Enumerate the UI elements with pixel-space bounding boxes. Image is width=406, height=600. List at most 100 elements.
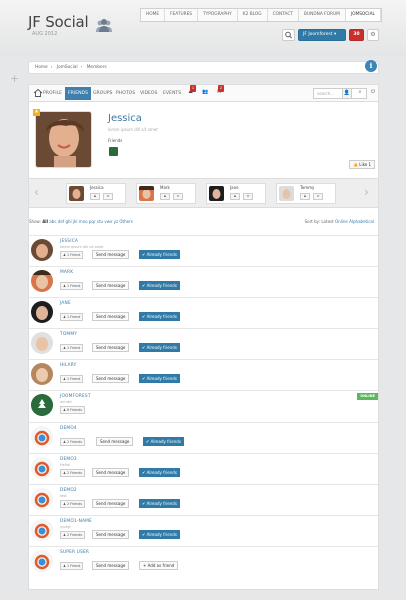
member-status: xyzfgf [60,525,71,529]
notification-count[interactable]: 30 [349,29,364,41]
send-message-button[interactable]: Send message [96,437,134,446]
already-friends-button[interactable]: ✔ Already friends [139,374,180,383]
breadcrumb-jomsocial[interactable]: JomSocial [57,65,78,70]
nav-jomsocial[interactable]: JOMSOCIAL [345,9,381,21]
nav-contact[interactable]: CONTACT [268,9,300,21]
friend-count: ♟ 2 Friends [60,469,86,477]
carousel-card[interactable]: Mark ♟ ✉ [136,183,196,204]
header-search-button[interactable] [282,29,295,41]
mail-icon[interactable]: ✉ [103,193,113,200]
breadcrumb-home[interactable]: Home [35,65,48,70]
info-icon[interactable]: i [365,60,377,72]
avatar[interactable] [31,270,53,292]
nav-home[interactable]: HOME [141,9,166,21]
user-button[interactable]: 👤 [342,88,352,99]
friend-thumb[interactable] [109,147,118,156]
send-message-button[interactable]: Send message [92,561,130,570]
alphabet-filter: Show: All abc def ghi jkl mno pqr stu vw… [29,219,133,224]
send-message-button[interactable]: Send message [92,468,130,477]
avatar[interactable] [31,239,53,261]
member-name[interactable]: SUPER USER [60,550,89,555]
tab-groups[interactable]: GROUPS [93,87,112,100]
person-icon[interactable]: ♟ [230,193,240,200]
plus-icon[interactable]: + [10,72,19,85]
check-icon: ✔ [142,314,146,319]
already-friends-button[interactable]: ✔ Already friends [139,250,180,259]
send-message-button[interactable]: Send message [92,281,130,290]
avatar[interactable] [31,394,53,416]
filter-all[interactable]: All [42,219,48,224]
member-name[interactable]: HILARY [60,363,76,368]
user-menu-button[interactable]: JF Joomforest ▾ [298,29,346,41]
send-message-button[interactable]: Send message [92,312,130,321]
nav-features[interactable]: FEATURES [165,9,199,21]
search-button[interactable]: ⌕ [355,88,365,99]
chevron-left-icon[interactable]: ‹ [34,185,39,199]
person-icon[interactable]: ♟ [300,193,310,200]
people-icon[interactable]: 👥 [202,89,208,95]
nav-k2-blog[interactable]: K2 BLOG [238,9,268,21]
member-name[interactable]: JOOMFOREST [60,394,91,399]
nav-forum[interactable]: BUNDNA FORUM [299,9,346,21]
send-message-button[interactable]: Send message [92,343,130,352]
tab-friends[interactable]: FRIENDS [65,87,91,100]
person-icon[interactable]: ♟ [160,193,170,200]
user-menu-label: JF Joomforest [303,32,333,37]
avatar[interactable] [31,488,53,510]
nav-typography[interactable]: TYPOGRAPHY [198,9,238,21]
avatar[interactable] [31,519,53,541]
user-icon: 👤 [343,90,351,96]
tab-events[interactable]: EVENTS [163,87,181,100]
member-name[interactable]: DEMO1-NAME [60,519,92,524]
avatar[interactable] [31,332,53,354]
member-name[interactable]: JANE [60,301,71,306]
sort-alphabetical[interactable]: Alphabetical [349,219,374,224]
already-friends-button[interactable]: ✔ Already friends [139,499,180,508]
settings-button[interactable]: ⚙ [367,29,379,41]
tab-photos[interactable]: PHOTOS [116,87,135,100]
person-icon[interactable]: ♟ [90,193,100,200]
site-logo-title[interactable]: JF Social [28,13,89,31]
already-friends-button[interactable]: ✔ Already friends [139,312,180,321]
member-status: test [60,494,67,498]
sort-online[interactable]: Online [335,219,348,224]
send-message-button[interactable]: Send message [92,374,130,383]
send-message-button[interactable]: Send message [92,499,130,508]
already-friends-button[interactable]: ✔ Already friends [139,530,180,539]
already-friends-button[interactable]: ✔ Already friends [139,343,180,352]
member-name[interactable]: DEMO2 [60,488,77,493]
chevron-right-icon[interactable]: › [364,185,369,199]
profile-avatar[interactable] [35,111,92,168]
sort-latest[interactable]: Latest [321,219,333,224]
already-friends-label: Already friends [146,376,177,381]
avatar[interactable] [31,457,53,479]
add-as-friend-button[interactable]: + Add as friend [139,561,179,570]
filter-letters[interactable]: abc def ghi jkl mno pqr stu vwx yz Other… [49,219,132,224]
carousel-card[interactable]: Tommy ♟ ✉ [276,183,336,204]
member-name[interactable]: DEMO4 [60,426,77,431]
power-button[interactable]: ⏻ [368,88,378,99]
avatar[interactable] [31,550,53,572]
member-name[interactable]: DEMO3 [60,457,77,462]
avatar[interactable] [31,363,53,385]
already-friends-button[interactable]: ✔ Already friends [143,437,184,446]
mail-icon[interactable]: ✉ [173,193,183,200]
send-message-button[interactable]: Send message [92,250,130,259]
already-friends-button[interactable]: ✔ Already friends [139,281,180,290]
tab-videos[interactable]: VIDEOS [140,87,157,100]
member-name[interactable]: JESSICA [60,239,78,244]
tab-profile[interactable]: PROFILE [43,87,62,100]
avatar[interactable] [31,426,53,448]
check-icon: ✔ [142,252,146,257]
carousel-card[interactable]: Jessica ♟ ✉ [66,183,126,204]
avatar[interactable] [31,301,53,323]
member-name[interactable]: MARK [60,270,73,275]
carousel-card[interactable]: Jane ♟ ✉ [206,183,266,204]
home-icon[interactable] [33,88,43,98]
already-friends-button[interactable]: ✔ Already friends [139,468,180,477]
mail-icon[interactable]: ✉ [313,193,323,200]
send-message-button[interactable]: Send message [92,530,130,539]
member-name[interactable]: TOMMY [60,332,77,337]
mail-icon[interactable]: ✉ [243,193,253,200]
like-button[interactable]: 👍 Like 1 [349,160,375,169]
